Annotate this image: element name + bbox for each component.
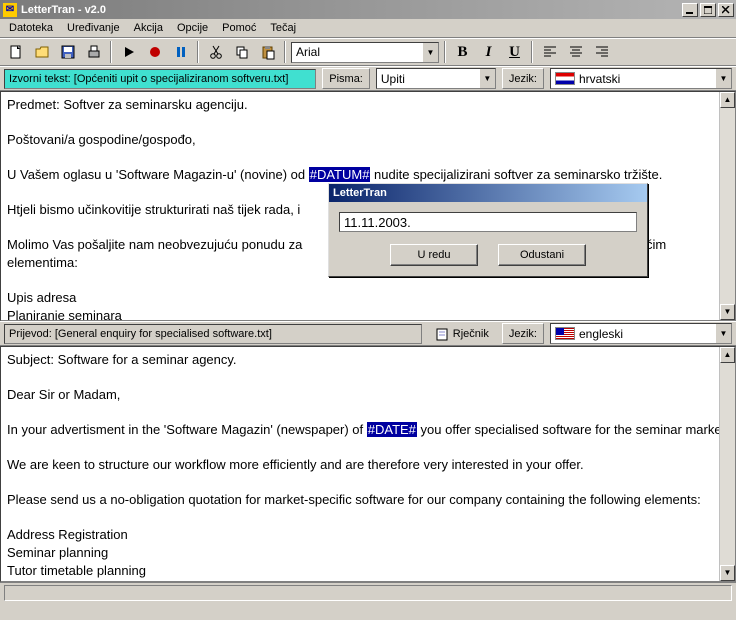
- chevron-down-icon[interactable]: ▼: [479, 69, 495, 88]
- text-line: Predmet: Softver za seminarsku agenciju.: [7, 96, 729, 114]
- source-bar: Izvorni tekst: [Općeniti upit o specijal…: [0, 66, 736, 91]
- jezik-tgt-label: Jezik:: [502, 323, 544, 344]
- flag-us-icon: [555, 327, 575, 340]
- input-dialog: LetterTran U redu Odustani: [328, 183, 648, 277]
- align-center-button[interactable]: [564, 41, 587, 63]
- target-text-pane[interactable]: Subject: Software for a seminar agency. …: [0, 346, 736, 582]
- text-line: Upis adresa: [7, 289, 729, 307]
- target-language-value: engleski: [579, 327, 715, 341]
- record-button[interactable]: [143, 41, 166, 63]
- chevron-down-icon[interactable]: ▼: [715, 324, 731, 343]
- font-combo-value: Arial: [292, 45, 422, 59]
- source-language-value: hrvatski: [579, 72, 715, 86]
- title-bar: ✉ LetterTran - v2.0: [0, 0, 736, 19]
- menu-opcije[interactable]: Opcije: [170, 20, 215, 36]
- text-line: In your advertisment in the 'Software Ma…: [7, 421, 729, 439]
- status-bar: [0, 582, 736, 602]
- maximize-button[interactable]: [700, 3, 716, 17]
- dictionary-button[interactable]: Rječnik: [428, 323, 496, 345]
- date-placeholder[interactable]: #DATE#: [367, 422, 417, 437]
- menu-datoteka[interactable]: Datoteka: [2, 20, 60, 36]
- play-button[interactable]: [117, 41, 140, 63]
- source-file-label: Izvorni tekst: [Općeniti upit o specijal…: [4, 69, 316, 89]
- font-combo[interactable]: Arial ▼: [291, 42, 439, 63]
- text-line: Room timetable planning: [7, 579, 729, 582]
- chevron-down-icon[interactable]: ▼: [715, 69, 731, 88]
- pause-button[interactable]: [169, 41, 192, 63]
- target-file-label: Prijevod: [General enquiry for specialis…: [4, 324, 422, 344]
- flag-hr-icon: [555, 72, 575, 85]
- separator: [284, 41, 286, 63]
- target-bar: Prijevod: [General enquiry for specialis…: [0, 321, 736, 346]
- scroll-down-icon[interactable]: ▼: [720, 565, 735, 581]
- book-icon: [435, 327, 449, 341]
- source-language-combo[interactable]: hrvatski ▼: [550, 68, 732, 89]
- vertical-scrollbar[interactable]: ▲ ▼: [719, 92, 735, 320]
- date-input[interactable]: [339, 212, 637, 232]
- cancel-button[interactable]: Odustani: [498, 244, 586, 266]
- italic-button[interactable]: I: [477, 41, 500, 63]
- vertical-scrollbar[interactable]: ▲ ▼: [719, 347, 735, 581]
- text-line: Planiranje seminara: [7, 307, 729, 321]
- bold-button[interactable]: B: [451, 41, 474, 63]
- target-language-combo[interactable]: engleski ▼: [550, 323, 732, 344]
- cut-button[interactable]: [204, 41, 227, 63]
- pisma-combo-value: Upiti: [377, 72, 479, 86]
- menu-tecaj[interactable]: Tečaj: [263, 20, 303, 36]
- menu-pomoc[interactable]: Pomoć: [215, 20, 263, 36]
- menu-akcija[interactable]: Akcija: [127, 20, 170, 36]
- jezik-src-label: Jezik:: [502, 68, 544, 89]
- paste-button[interactable]: [256, 41, 279, 63]
- window-title: LetterTran - v2.0: [21, 4, 106, 16]
- close-button[interactable]: [718, 3, 734, 17]
- pisma-label: Pisma:: [322, 68, 370, 89]
- align-left-button[interactable]: [538, 41, 561, 63]
- ok-button[interactable]: U redu: [390, 244, 478, 266]
- new-button[interactable]: [4, 41, 27, 63]
- text-line: We are keen to structure our workflow mo…: [7, 456, 729, 474]
- text-line: U Vašem oglasu u 'Software Magazin-u' (n…: [7, 166, 729, 184]
- date-placeholder[interactable]: #DATUM#: [309, 167, 371, 182]
- underline-button[interactable]: U: [503, 41, 526, 63]
- separator: [531, 41, 533, 63]
- scroll-up-icon[interactable]: ▲: [720, 92, 735, 108]
- app-icon: ✉: [3, 3, 17, 17]
- status-cell: [4, 585, 732, 601]
- copy-button[interactable]: [230, 41, 253, 63]
- scroll-down-icon[interactable]: ▼: [720, 304, 735, 320]
- pisma-combo[interactable]: Upiti ▼: [376, 68, 496, 89]
- scroll-up-icon[interactable]: ▲: [720, 347, 735, 363]
- dialog-title: LetterTran: [329, 184, 647, 202]
- text-line: Tutor timetable planning: [7, 562, 729, 580]
- text-line: Poštovani/a gospodine/gospođo,: [7, 131, 729, 149]
- minimize-button[interactable]: [682, 3, 698, 17]
- text-line: Seminar planning: [7, 544, 729, 562]
- separator: [197, 41, 199, 63]
- separator: [444, 41, 446, 63]
- text-line: Dear Sir or Madam,: [7, 386, 729, 404]
- print-button[interactable]: [82, 41, 105, 63]
- align-right-button[interactable]: [590, 41, 613, 63]
- separator: [110, 41, 112, 63]
- toolbar: Arial ▼ B I U: [0, 38, 736, 66]
- chevron-down-icon[interactable]: ▼: [422, 43, 438, 62]
- menu-uredivanje[interactable]: Uređivanje: [60, 20, 127, 36]
- save-button[interactable]: [56, 41, 79, 63]
- text-line: Please send us a no-obligation quotation…: [7, 491, 729, 509]
- text-line: Subject: Software for a seminar agency.: [7, 351, 729, 369]
- text-line: Address Registration: [7, 526, 729, 544]
- menu-bar: Datoteka Uređivanje Akcija Opcije Pomoć …: [0, 19, 736, 38]
- open-button[interactable]: [30, 41, 53, 63]
